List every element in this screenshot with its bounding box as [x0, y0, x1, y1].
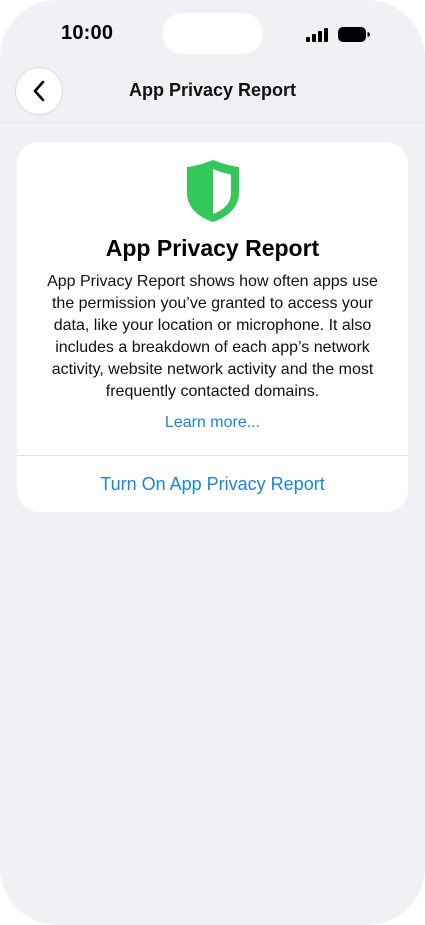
status-bar: 10:00	[0, 0, 425, 68]
navigation-bar: App Privacy Report	[0, 68, 425, 123]
card-title: App Privacy Report	[105, 235, 320, 261]
phone-screen: 10:00 App Privacy Report App Privacy Rep…	[0, 0, 425, 925]
learn-more-link[interactable]: Learn more...	[17, 414, 408, 432]
card-description: App Privacy Report shows how often apps …	[47, 273, 378, 400]
turn-on-privacy-report-button[interactable]: Turn On App Privacy Report	[17, 456, 408, 512]
status-time: 10:00	[61, 22, 114, 44]
dynamic-island	[162, 13, 263, 54]
shield-icon	[187, 160, 239, 222]
page-title: App Privacy Report	[128, 80, 297, 100]
cellular-signal-icon	[306, 28, 328, 42]
privacy-report-card: App Privacy Report App Privacy Report sh…	[17, 142, 408, 512]
battery-icon	[338, 27, 370, 42]
